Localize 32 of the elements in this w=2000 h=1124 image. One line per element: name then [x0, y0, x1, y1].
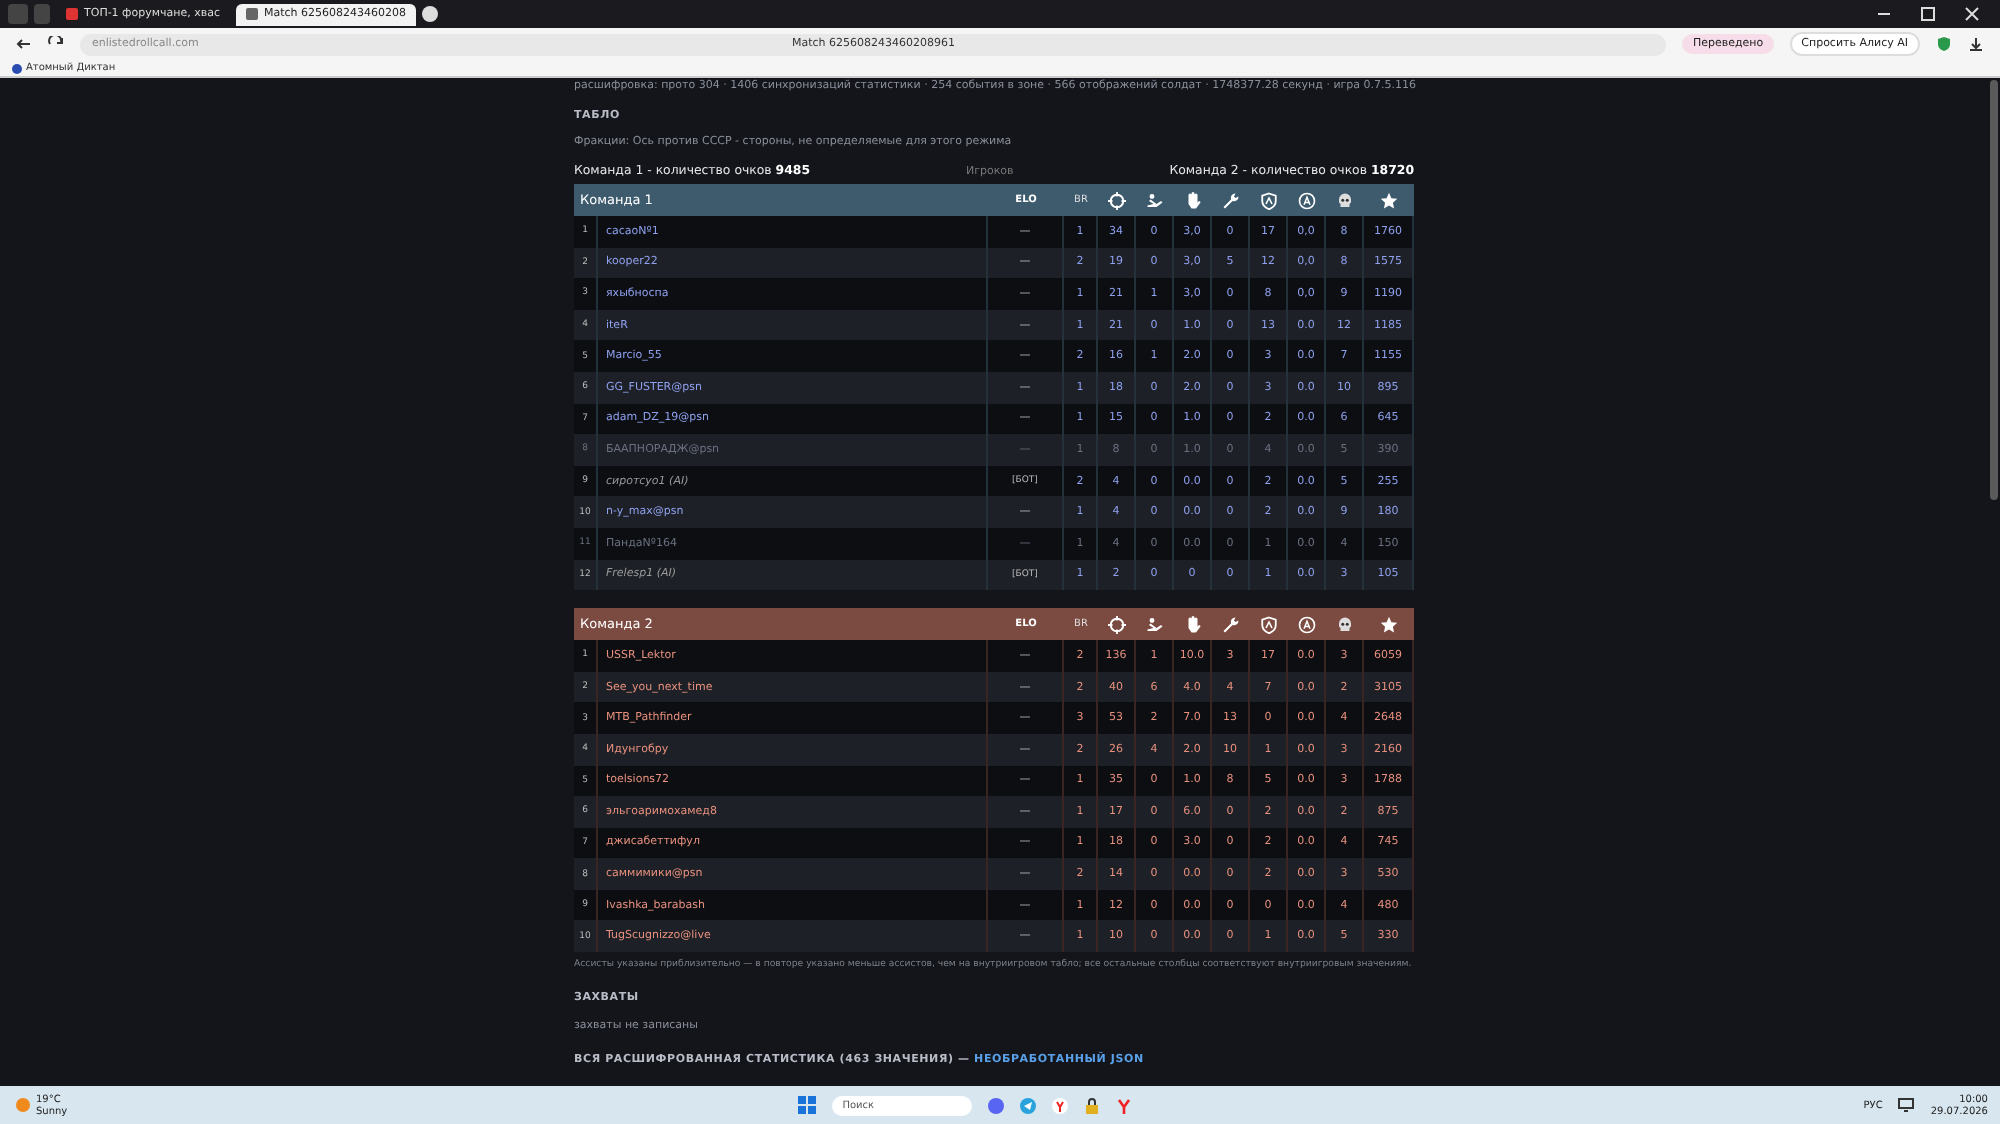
- circled-a-icon: [1298, 191, 1316, 209]
- shield-icon[interactable]: [1936, 36, 1952, 52]
- browser-icon[interactable]: [1116, 1097, 1133, 1113]
- fallen-soldier-icon: [1146, 615, 1164, 634]
- hand-icon: [1184, 615, 1202, 634]
- star-icon: [1380, 615, 1398, 634]
- new-tab-icon[interactable]: [422, 6, 439, 22]
- hand-icon: [1184, 191, 1202, 209]
- chat-icon[interactable]: [988, 1097, 1005, 1113]
- browser-icon[interactable]: [1052, 1097, 1069, 1113]
- back-icon[interactable]: [16, 36, 32, 52]
- circled-a-icon: [1298, 615, 1316, 634]
- fallen-soldier-icon: [1146, 191, 1164, 209]
- send-icon[interactable]: [1020, 1097, 1037, 1113]
- star-icon: [1380, 191, 1398, 209]
- weather-icon: [16, 1098, 30, 1112]
- bookmark-icon: [12, 63, 22, 73]
- lock-icon[interactable]: [1084, 1097, 1101, 1113]
- close-icon[interactable]: [1964, 6, 1980, 22]
- scrollbar[interactable]: [1990, 80, 1998, 500]
- skull-icon: [1336, 191, 1354, 209]
- maximize-icon[interactable]: [1920, 6, 1936, 22]
- wrench-icon: [1222, 615, 1240, 634]
- crosshair-icon: [1108, 615, 1126, 634]
- download-icon[interactable]: [1968, 36, 1984, 52]
- shield-icon: [1260, 615, 1278, 634]
- shield-icon: [1260, 191, 1278, 209]
- wrench-icon: [1222, 191, 1240, 209]
- start-icon[interactable]: [798, 1096, 817, 1114]
- crosshair-icon: [1108, 191, 1126, 209]
- monitor-icon[interactable]: [1898, 1098, 1915, 1112]
- skull-icon: [1336, 615, 1354, 634]
